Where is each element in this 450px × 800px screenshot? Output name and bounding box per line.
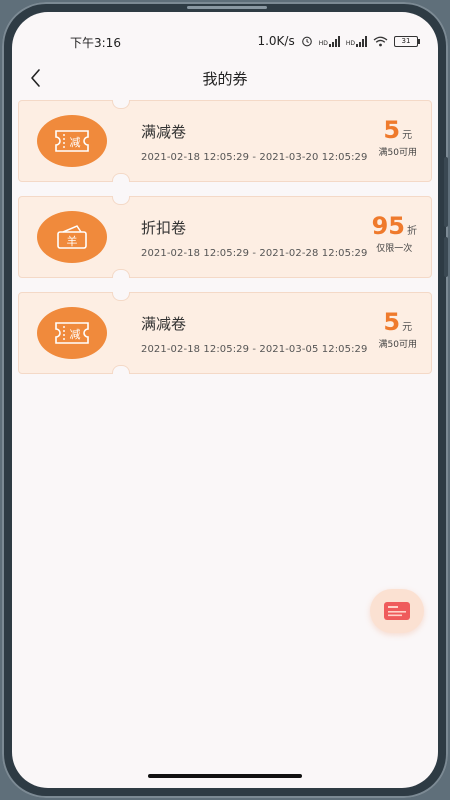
ticket-icon: 减	[55, 322, 89, 344]
coupon-condition: 仅限一次	[376, 244, 413, 254]
volume-button	[444, 157, 448, 227]
coupon-unit: 折	[407, 226, 417, 237]
coupon-name: 折扣卷	[141, 219, 187, 237]
coupon-badge: 羊	[37, 211, 107, 263]
ticket-icon-text: 减	[70, 328, 81, 341]
ticket-icon: 减	[55, 130, 89, 152]
coupon-dates: 2021-02-18 12:05:29 - 2021-03-05 12:05:2…	[141, 344, 368, 355]
yen-wallet-icon: 羊	[57, 225, 87, 249]
status-right: 1.0K/s HD HD 31	[257, 34, 420, 48]
power-button	[444, 237, 448, 277]
card-notch	[112, 196, 130, 205]
card-notch	[112, 173, 130, 182]
coupon-name: 满减卷	[141, 315, 187, 333]
coupon-amount: 95	[371, 212, 405, 240]
coupon-dates: 2021-02-18 12:05:29 - 2021-02-28 12:05:2…	[141, 248, 368, 259]
coupon-name: 满减卷	[141, 123, 187, 141]
ticket-icon-text: 减	[70, 136, 81, 149]
coupon-info: 满减卷 2021-02-18 12:05:29 - 2021-03-05 12:…	[141, 313, 367, 355]
header: 我的券	[12, 62, 438, 96]
coupon-badge: 减	[37, 307, 107, 359]
coupon-value: 95 折 仅限一次	[372, 213, 417, 254]
coupon-amount: 5	[383, 308, 401, 336]
coupon-info: 满减卷 2021-02-18 12:05:29 - 2021-03-20 12:…	[141, 121, 367, 163]
coupon-badge: 减	[37, 115, 107, 167]
coupon-dates: 2021-02-18 12:05:29 - 2021-03-20 12:05:2…	[141, 152, 368, 163]
card-notch	[112, 269, 130, 278]
coupon-value: 5元 满50可用	[379, 309, 417, 350]
status-time: 下午3:16	[70, 36, 121, 50]
card-notch	[112, 365, 130, 374]
coupon-value: 5元 满50可用	[379, 117, 417, 158]
coupon-fab-button[interactable]	[370, 589, 424, 633]
screen: 下午3:16 1.0K/s HD HD 31 我的券 减 满减卷 2021-02…	[12, 12, 438, 788]
wallet-icon-text: 羊	[67, 234, 78, 248]
coupon-unit: 元	[402, 322, 413, 333]
coupon-info: 折扣卷 2021-02-18 12:05:29 - 2021-02-28 12:…	[141, 217, 367, 259]
signal-icon	[328, 35, 340, 47]
card-notch	[112, 292, 130, 301]
coupon-condition: 满50可用	[378, 148, 417, 158]
coupon-unit: 元	[402, 130, 413, 141]
card-notch	[112, 100, 130, 109]
coupon-condition: 满50可用	[378, 340, 417, 350]
coupon-card[interactable]: 减 满减卷 2021-02-18 12:05:29 - 2021-03-20 1…	[18, 100, 432, 182]
signal-icon	[356, 35, 367, 47]
network-speed: 1.0K/s	[257, 34, 295, 48]
wifi-icon	[373, 36, 388, 46]
speaker	[187, 6, 267, 9]
coupon-amount: 5	[383, 116, 401, 144]
coupon-list: 减 满减卷 2021-02-18 12:05:29 - 2021-03-20 1…	[18, 100, 432, 388]
status-bar: 下午3:16 1.0K/s HD HD 31	[12, 32, 438, 52]
alarm-icon	[301, 36, 312, 47]
signal2-label: HD	[345, 39, 355, 47]
phone-frame: 下午3:16 1.0K/s HD HD 31 我的券 减 满减卷 2021-02…	[2, 2, 448, 798]
coupon-card-icon	[384, 602, 410, 620]
battery-icon: 31	[394, 35, 420, 47]
page-title: 我的券	[202, 70, 248, 88]
signal1-label: HD	[318, 39, 328, 47]
coupon-card[interactable]: 减 满减卷 2021-02-18 12:05:29 - 2021-03-05 1…	[18, 292, 432, 374]
home-indicator[interactable]	[148, 774, 302, 778]
coupon-card[interactable]: 羊 折扣卷 2021-02-18 12:05:29 - 2021-02-28 1…	[18, 196, 432, 278]
